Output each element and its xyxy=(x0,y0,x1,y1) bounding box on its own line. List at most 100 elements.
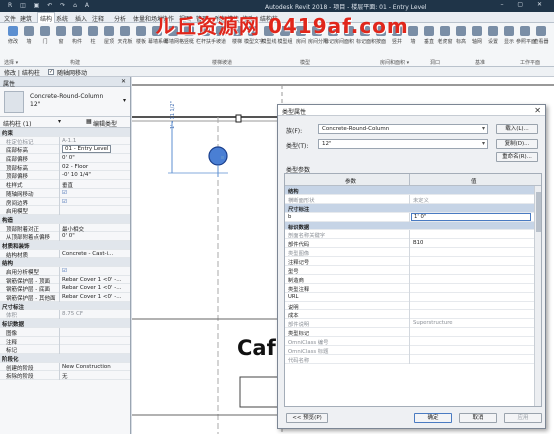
property-row: 钢筋保护层 - 顶面 Rebar Cover 1 <0' -... xyxy=(0,275,130,285)
parameter-value[interactable]: Superstructure xyxy=(413,320,453,326)
cancel-button[interactable]: 取消 xyxy=(459,413,497,423)
room-name-caf: Caf xyxy=(237,336,276,360)
ribbon-tool-icon xyxy=(24,26,34,36)
parameter-value[interactable]: B10 xyxy=(413,240,423,246)
property-category[interactable]: 结构 xyxy=(0,258,130,267)
preview-button[interactable]: << 预览(P) xyxy=(286,413,328,423)
property-value[interactable]: 无 xyxy=(62,372,68,380)
property-category[interactable]: 构造 xyxy=(0,214,130,224)
close-icon[interactable]: ✕ xyxy=(534,106,541,115)
property-category[interactable]: 材质和装饰 xyxy=(0,240,130,250)
tab-5[interactable]: 注释 xyxy=(92,14,104,23)
property-value[interactable]: Rebar Cover 1 <0' -... xyxy=(62,285,122,291)
parameter-key: 代码名称 xyxy=(288,357,310,364)
options-context-label: 修改 | 结构柱 xyxy=(4,70,40,77)
dimension-text[interactable]: 1' - 11 1/2" xyxy=(170,101,176,129)
window-controls[interactable]: – ▢ ✕ xyxy=(500,1,548,8)
duplicate-button[interactable]: 复制(D)... xyxy=(496,139,538,149)
property-value[interactable]: Concrete - Cast-i... xyxy=(62,251,113,257)
property-row: 图像 xyxy=(0,327,130,337)
column-header-value: 值 xyxy=(471,179,477,185)
parameter-key: 标识数据 xyxy=(288,224,310,231)
load-button[interactable]: 载入(L)... xyxy=(496,124,538,134)
property-category[interactable]: 标识数据 xyxy=(0,319,130,328)
property-category[interactable]: 尺寸标注 xyxy=(0,301,130,311)
type-select-value: 12" xyxy=(322,141,332,147)
property-row: 启用模型 xyxy=(0,206,130,216)
column-divider xyxy=(59,336,60,346)
property-checkbox[interactable]: ☑ xyxy=(62,268,67,274)
rename-button[interactable]: 重命名(R)... xyxy=(496,152,538,162)
ribbon-group-label: 楼梯坡道 xyxy=(212,60,233,66)
ribbon-group-label: 基准 xyxy=(475,60,486,66)
apply-button[interactable]: 应用 xyxy=(504,413,542,423)
tab-2[interactable]: 结构 xyxy=(37,12,56,23)
property-value[interactable]: 0' 0" xyxy=(62,233,75,239)
property-value[interactable]: New Construction xyxy=(62,364,111,370)
chevron-down-icon[interactable]: ▾ xyxy=(482,125,485,132)
property-checkbox[interactable]: ☑ xyxy=(62,190,67,196)
property-row: 创建的阶段 New Construction xyxy=(0,362,130,372)
property-value[interactable]: Rebar Cover 1 <0' -... xyxy=(62,294,122,300)
property-value[interactable]: Rebar Cover 1 <0' -... xyxy=(62,277,122,283)
ribbon-tool-icon xyxy=(536,26,546,36)
property-row: 标记 xyxy=(0,345,130,355)
column-divider xyxy=(409,292,410,302)
property-row: 拆除的阶段 无 xyxy=(0,371,130,381)
parameter-category[interactable]: 标识数据 xyxy=(285,221,541,231)
close-icon[interactable]: ✕ xyxy=(121,78,126,85)
scrollbar-thumb[interactable] xyxy=(536,192,541,232)
parameter-row: b 1' 0" xyxy=(285,212,541,222)
property-value[interactable]: 01 - Entry Level xyxy=(62,145,112,154)
property-value[interactable]: 02 - Floor xyxy=(62,164,88,170)
ribbon-tool-icon xyxy=(456,26,466,36)
ribbon-button-33[interactable]: 查看器 xyxy=(532,26,550,54)
ribbon-tool-icon xyxy=(488,26,498,36)
edit-type-button[interactable]: 编辑类型 xyxy=(93,119,117,128)
tab-0[interactable]: 文件 xyxy=(4,14,16,23)
tab-3[interactable]: 系统 xyxy=(56,14,68,23)
property-row: 顶部偏移 -0' 10 1/4" xyxy=(0,171,130,181)
parameter-value-input[interactable]: 1' 0" xyxy=(411,212,531,221)
edit-type-icon: ▦ xyxy=(86,118,92,125)
chevron-down-icon[interactable]: ▾ xyxy=(482,140,485,147)
move-with-grids-checkbox[interactable]: ✓ xyxy=(48,68,54,75)
filter-dropdown-icon[interactable]: ▾ xyxy=(58,118,61,125)
column-divider xyxy=(409,310,410,320)
header-divider xyxy=(409,174,410,186)
column-divider xyxy=(409,239,410,249)
property-value[interactable]: 8.75 CF xyxy=(62,311,83,317)
type-selector[interactable]: Concrete-Round-Column 12" ▾ xyxy=(0,87,130,117)
family-select[interactable]: Concrete-Round-Column ▾ xyxy=(318,124,488,134)
ribbon-group-label: 选择 ▾ xyxy=(4,60,19,66)
column-grip xyxy=(221,156,224,159)
parameter-key: 注释记号 xyxy=(288,260,310,267)
property-value[interactable]: 0' 0" xyxy=(62,155,75,161)
column-divider xyxy=(59,197,60,207)
property-row: 底部标高 01 - Entry Level xyxy=(0,145,130,155)
property-category[interactable]: 阶段化 xyxy=(0,353,130,363)
ok-button[interactable]: 确定 xyxy=(414,413,452,423)
type-family-name: Concrete-Round-Column xyxy=(30,93,104,100)
property-value[interactable]: A-1.1 xyxy=(62,138,76,144)
vertical-scrollbar[interactable] xyxy=(534,186,541,406)
instance-filter[interactable]: 结构柱 (1) xyxy=(3,119,31,128)
checkbox-icon[interactable]: ✓ xyxy=(48,68,54,75)
type-select[interactable]: 12" ▾ xyxy=(318,139,488,149)
tab-4[interactable]: 插入 xyxy=(75,14,87,23)
parameter-key: 制造商 xyxy=(288,277,304,284)
parameter-category[interactable]: 尺寸标注 xyxy=(285,203,541,213)
tab-1[interactable]: 建筑 xyxy=(20,14,32,23)
tab-6[interactable]: 分析 xyxy=(114,14,126,23)
properties-panel: 属性 ✕ Concrete-Round-Column 12" ▾ 结构柱 (1)… xyxy=(0,77,131,434)
chevron-down-icon[interactable]: ▾ xyxy=(123,97,126,104)
parameter-value[interactable]: 未定义 xyxy=(413,196,429,204)
property-category[interactable]: 约束 xyxy=(0,128,130,137)
quick-access-toolbar[interactable]: R ◫ ▣ ↶ ↷ ⌂ A xyxy=(8,2,92,9)
family-label: 族(F): xyxy=(286,128,303,135)
column-divider xyxy=(409,212,410,222)
property-checkbox[interactable]: ☑ xyxy=(62,199,67,205)
property-value[interactable]: -0' 10 1/4" xyxy=(62,172,91,178)
column-divider xyxy=(59,188,60,198)
parameter-category[interactable]: 结构 xyxy=(285,186,541,195)
